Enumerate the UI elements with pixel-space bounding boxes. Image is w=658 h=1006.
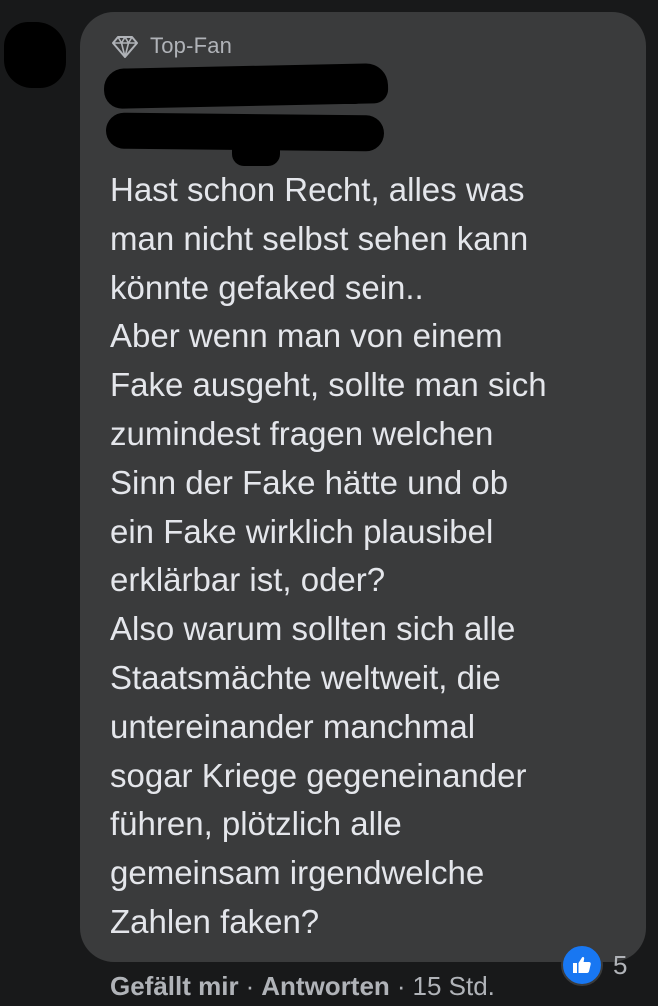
comment-timestamp[interactable]: 15 Std.	[412, 971, 494, 1002]
reply-button[interactable]: Antworten	[261, 971, 390, 1002]
diamond-icon	[110, 31, 140, 61]
comment-actions: Gefällt mir · Antworten · 15 Std.	[110, 966, 495, 1006]
separator-dot: ·	[245, 970, 255, 1001]
separator-dot: ·	[396, 970, 406, 1001]
author-row: Top-Fan	[110, 28, 232, 64]
reaction-summary[interactable]: 5	[561, 943, 627, 987]
top-fan-badge-label: Top-Fan	[150, 33, 233, 58]
redaction-mark	[232, 138, 280, 166]
thumbs-up-icon	[561, 944, 603, 986]
reaction-count: 5	[613, 949, 628, 980]
comment-text: Hast schon Recht, alles was man nicht se…	[110, 171, 547, 940]
like-button[interactable]: Gefällt mir	[110, 971, 239, 1002]
commenter-avatar[interactable]	[4, 22, 66, 88]
redaction-mark	[110, 82, 366, 104]
